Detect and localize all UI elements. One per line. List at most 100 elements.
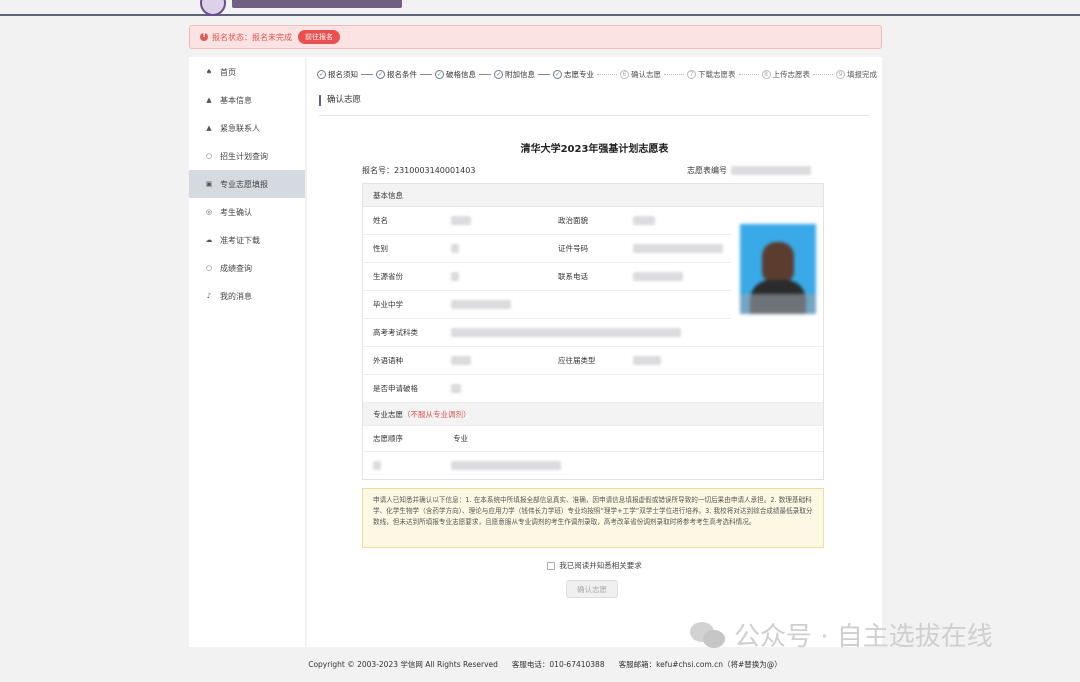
- sidebar-item-major-application[interactable]: ▣ 专业志愿填报: [189, 170, 305, 198]
- progress-steps: ✓ 报名须知 ✓ 报名条件 ✓ 破格信息 ✓ 附加信息 ✓ 志愿专业 6 确认志愿 7 下载志…: [317, 69, 877, 80]
- sidebar-item-candidate-confirm[interactable]: ◎ 考生确认: [189, 198, 305, 226]
- sidebar-nav: ♠ 首页 ▲ 基本信息 ▲ 紧急联系人 ○ 招生计划查询 ▣ 专业志愿填报 ◎ …: [189, 57, 305, 647]
- step-2[interactable]: ✓ 报名条件: [376, 69, 417, 80]
- number-circle-icon: 9: [836, 70, 845, 79]
- sidebar-item-plan-query[interactable]: ○ 招生计划查询: [189, 142, 305, 170]
- table-row: [363, 452, 823, 479]
- field-label: 生源省份: [373, 272, 403, 281]
- step-3[interactable]: ✓ 破格信息: [435, 69, 476, 80]
- watermark: 公众号 · 自主选拔在线: [690, 616, 993, 653]
- major-section-header: 专业志愿（不服从专业调剂）: [363, 403, 823, 426]
- basic-info-header: 基本信息: [363, 184, 823, 207]
- redacted-value: [451, 272, 459, 281]
- table-row: 高考考试科类: [363, 319, 823, 347]
- step-5[interactable]: ✓ 志愿专业: [553, 69, 594, 80]
- home-icon: ♠: [205, 68, 213, 76]
- column-header: 专业: [453, 434, 468, 443]
- step-9: 9 填报完成: [836, 69, 877, 80]
- field-label: 证件号码: [558, 244, 588, 253]
- step-connector: [738, 74, 759, 75]
- redacted-value: [451, 384, 461, 393]
- search-icon: ○: [205, 264, 213, 272]
- form-title: 清华大学2023年强基计划志愿表: [520, 144, 669, 155]
- step-connector: [361, 74, 373, 75]
- table-row: 性别 证件号码: [363, 235, 731, 263]
- check-circle-icon: ✓: [553, 70, 562, 79]
- table-row: 毕业中学: [363, 291, 731, 319]
- application-form-table: 基本信息 姓名 政治面貌 性别 证件号码 生源省份 联系电话 毕业中学 高考考试…: [362, 183, 824, 480]
- sidebar-item-label: 首页: [220, 67, 236, 77]
- redacted-value: [633, 356, 661, 365]
- redacted-value: [451, 300, 511, 309]
- table-row: 是否申请破格: [363, 375, 823, 403]
- footer: Copyright © 2003-2023 学信网 All Rights Res…: [0, 659, 1080, 670]
- sidebar-item-score-query[interactable]: ○ 成绩查询: [189, 254, 305, 282]
- sidebar-item-label: 考生确认: [220, 207, 252, 217]
- copyright: Copyright © 2003-2023 学信网 All Rights Res…: [308, 660, 498, 669]
- table-row: 外语语种 应往届类型: [363, 347, 823, 375]
- major-title: 专业志愿（不服从专业调剂）: [373, 409, 471, 419]
- table-row: 志愿顺序 专业: [363, 426, 823, 452]
- field-label: 性别: [373, 244, 388, 253]
- check-circle-icon: ✓: [435, 70, 444, 79]
- step-4[interactable]: ✓ 附加信息: [494, 69, 535, 80]
- step-connector: [479, 74, 491, 75]
- go-register-button[interactable]: 前往报名: [298, 30, 340, 44]
- step-8: 8 上传志愿表: [761, 69, 810, 80]
- redacted-value: [451, 328, 681, 337]
- confirm-application-button[interactable]: 确认志愿: [566, 580, 618, 598]
- sidebar-item-emergency-contact[interactable]: ▲ 紧急联系人: [189, 114, 305, 142]
- agree-label: 我已阅读并知悉相关要求: [559, 561, 642, 570]
- table-row: 生源省份 联系电话: [363, 263, 731, 291]
- check-icon: ◎: [205, 208, 213, 216]
- user-icon: ▲: [206, 96, 212, 104]
- step-connector: [664, 74, 684, 75]
- wechat-icon: [690, 620, 726, 650]
- service-email: 客服邮箱：kefu#chsi.com.cn（将#替换为@）: [618, 660, 782, 669]
- site-logo: [200, 0, 402, 16]
- redacted-value: [633, 272, 683, 281]
- field-label: 应往届类型: [558, 356, 596, 365]
- column-header: 志愿顺序: [373, 434, 403, 443]
- user-icon: ▲: [206, 124, 212, 132]
- step-7: 7 下载志愿表: [687, 69, 736, 80]
- redacted-value: [451, 216, 471, 225]
- field-label: 政治面貌: [558, 216, 588, 225]
- sidebar-item-messages[interactable]: ♪ 我的消息: [189, 282, 305, 310]
- search-icon: ○: [205, 152, 213, 160]
- field-label: 高考考试科类: [373, 328, 418, 337]
- redacted-value: [451, 244, 459, 253]
- registration-number: 报名号：2310003140001403: [362, 166, 476, 175]
- step-1[interactable]: ✓ 报名须知: [317, 69, 358, 80]
- watermark-text: 公众号 · 自主选拔在线: [734, 622, 993, 652]
- number-circle-icon: 8: [761, 70, 771, 79]
- sidebar-item-label: 我的消息: [220, 291, 252, 301]
- top-header: [0, 0, 1080, 16]
- warning-icon: [200, 31, 208, 41]
- registration-status-bar: 报名状态：报名未完成 前往报名: [189, 25, 882, 49]
- redacted-value: [633, 244, 723, 253]
- field-label: 毕业中学: [373, 300, 403, 309]
- sidebar-item-admission-ticket[interactable]: ☁ 准考证下载: [189, 226, 305, 254]
- number-circle-icon: 6: [620, 70, 629, 79]
- number-circle-icon: 7: [687, 70, 696, 79]
- sidebar-item-label: 准考证下载: [220, 235, 260, 245]
- redacted-value: [451, 461, 561, 470]
- agree-row[interactable]: 我已阅读并知悉相关要求: [307, 560, 882, 571]
- section-title: 确认志愿: [319, 95, 361, 106]
- sidebar-item-label: 成绩查询: [220, 263, 252, 273]
- redacted-value: [731, 166, 811, 175]
- sidebar-item-basic-info[interactable]: ▲ 基本信息: [189, 86, 305, 114]
- check-circle-icon: ✓: [494, 70, 503, 79]
- agree-checkbox[interactable]: [547, 561, 556, 570]
- download-icon: ☁: [205, 236, 213, 244]
- form-icon: ▣: [205, 180, 213, 188]
- check-circle-icon: ✓: [317, 70, 326, 79]
- redacted-value: [373, 461, 381, 470]
- status-text: 报名状态：报名未完成: [212, 32, 292, 42]
- redacted-value: [633, 216, 655, 225]
- field-label: 联系电话: [558, 272, 588, 281]
- sidebar-item-label: 紧急联系人: [220, 123, 260, 133]
- sidebar-item-home[interactable]: ♠ 首页: [189, 58, 305, 86]
- sidebar-item-label: 专业志愿填报: [220, 179, 268, 189]
